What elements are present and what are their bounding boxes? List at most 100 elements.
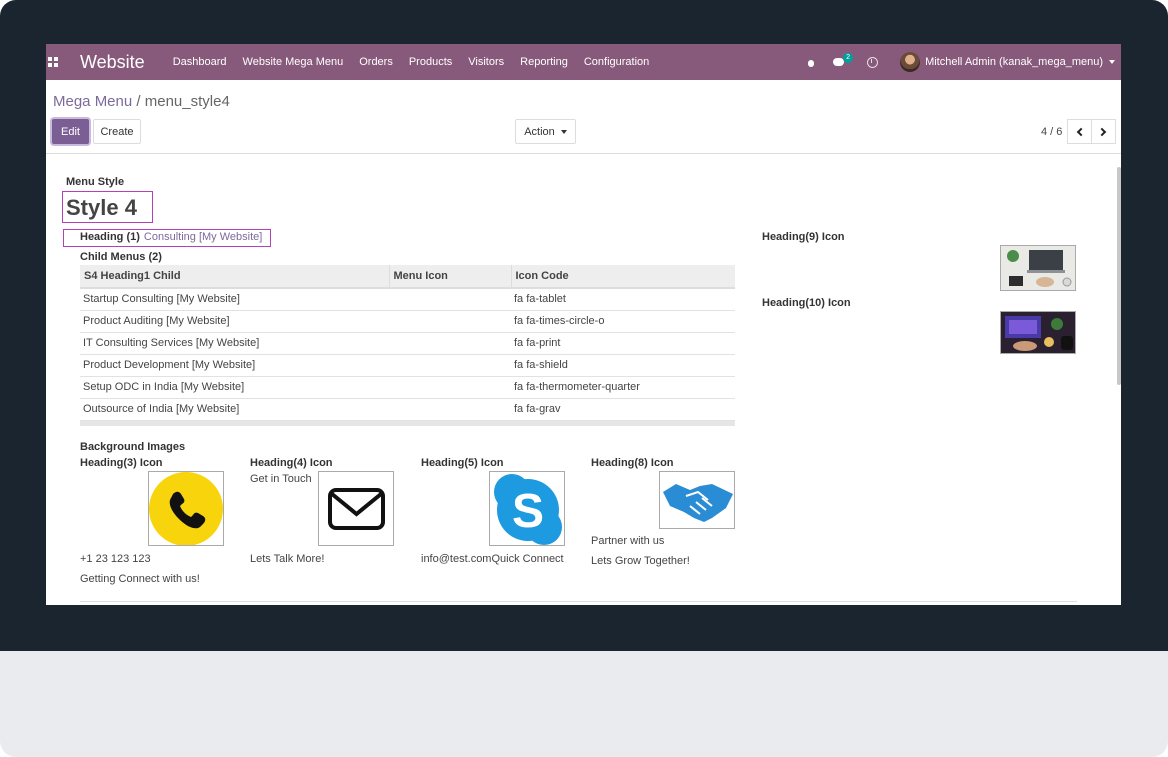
menu-style-value[interactable]: Style 4 (66, 195, 137, 221)
column-header-menu-icon[interactable]: Menu Icon (389, 265, 512, 289)
breadcrumb-parent[interactable]: Mega Menu (53, 93, 132, 110)
app-brand[interactable]: Website (80, 52, 145, 73)
activity-clock-icon[interactable] (867, 56, 879, 68)
table-row[interactable]: Product Auditing [My Website] fa fa-time… (80, 310, 735, 333)
cell-child: IT Consulting Services [My Website] (80, 332, 389, 355)
table-row[interactable]: Product Development [My Website] fa fa-s… (80, 354, 735, 377)
cell-menu-icon (389, 332, 511, 355)
menu-item-products[interactable]: Products (409, 56, 452, 68)
envelope-icon (328, 488, 385, 530)
pager-next-button[interactable] (1091, 119, 1116, 144)
heading3-line2: Getting Connect with us! (80, 573, 200, 585)
menu-item-website-mega-menu[interactable]: Website Mega Menu (243, 56, 344, 68)
heading3-image[interactable] (148, 471, 224, 546)
heading4-image[interactable] (318, 471, 394, 546)
skype-icon: S (494, 474, 562, 545)
cell-menu-icon (389, 376, 511, 399)
table-footer-spacer (80, 420, 735, 426)
phone-icon (149, 472, 223, 545)
chevron-left-icon (1076, 127, 1086, 136)
column-header-icon-code[interactable]: Icon Code (511, 265, 735, 289)
form-bottom-divider (80, 601, 1077, 602)
heading5-line1: info@test.comQuick Connect (421, 553, 564, 565)
cell-icon-code: fa fa-times-circle-o (511, 310, 735, 333)
heading9-icon-label: Heading(9) Icon (762, 231, 845, 243)
action-dropdown[interactable]: Action (515, 119, 576, 144)
table-row[interactable]: Startup Consulting [My Website] fa fa-ta… (80, 288, 735, 311)
menu-item-visitors[interactable]: Visitors (468, 56, 504, 68)
cell-icon-code: fa fa-print (511, 332, 735, 355)
heading4-line1: Lets Talk More! (250, 553, 325, 565)
table-row[interactable]: Setup ODC in India [My Website] fa fa-th… (80, 376, 735, 399)
heading8-line2: Lets Grow Together! (591, 555, 690, 567)
heading3-icon-label: Heading(3) Icon (80, 457, 163, 469)
menu-item-reporting[interactable]: Reporting (520, 56, 568, 68)
menu-item-dashboard[interactable]: Dashboard (173, 56, 227, 68)
cell-menu-icon (389, 288, 511, 311)
user-name[interactable]: Mitchell Admin (kanak_mega_menu) (925, 56, 1103, 68)
handshake-icon (663, 484, 733, 522)
breadcrumb-current: menu_style4 (144, 93, 230, 110)
cell-menu-icon (389, 310, 511, 333)
heading4-top-text: Get in Touch (250, 473, 312, 485)
menu-item-orders[interactable]: Orders (359, 56, 393, 68)
laptop-night-photo-icon (1001, 312, 1075, 353)
caret-down-icon (560, 129, 567, 134)
control-panel-divider (46, 153, 1121, 154)
action-label: Action (524, 125, 555, 138)
table-row[interactable]: IT Consulting Services [My Website] fa f… (80, 332, 735, 355)
cell-menu-icon (389, 398, 511, 421)
cell-menu-icon (389, 354, 511, 377)
column-header-child[interactable]: S4 Heading1 Child (80, 265, 390, 289)
navbar-systray: 2 Mitchell Admin (kanak_mega_menu) (807, 44, 1121, 80)
cell-child: Product Development [My Website] (80, 354, 389, 377)
cell-icon-code: fa fa-shield (511, 354, 735, 377)
create-button[interactable]: Create (93, 119, 141, 144)
main-menu: Dashboard Website Mega Menu Orders Produ… (173, 56, 666, 68)
cell-child: Setup ODC in India [My Website] (80, 376, 389, 399)
heading3-line1: +1 23 123 123 (80, 553, 151, 565)
vertical-scrollbar[interactable] (1117, 167, 1121, 385)
heading10-icon-label: Heading(10) Icon (762, 297, 851, 309)
child-menus-table: S4 Heading1 Child Menu Icon Icon Code St… (80, 265, 735, 426)
edit-button[interactable]: Edit (52, 119, 89, 144)
heading5-image[interactable]: S (489, 471, 565, 546)
cell-child: Startup Consulting [My Website] (80, 288, 389, 311)
pager-previous-button[interactable] (1067, 119, 1092, 144)
child-menus-label: Child Menus (2) (80, 251, 162, 263)
background-images-label: Background Images (80, 441, 186, 453)
chevron-right-icon (1097, 127, 1107, 136)
heading8-icon-label: Heading(8) Icon (591, 457, 674, 469)
chat-badge: 2 (843, 53, 853, 63)
pager-value[interactable]: 4 / 6 (1041, 126, 1062, 138)
device-base (0, 651, 1168, 757)
chat-icon[interactable]: 2 (833, 53, 853, 67)
heading1-value-link[interactable]: Consulting [My Website] (144, 231, 262, 243)
cell-icon-code: fa fa-tablet (511, 288, 735, 311)
cell-icon-code: fa fa-thermometer-quarter (511, 376, 735, 399)
screen: Website Dashboard Website Mega Menu Orde… (46, 44, 1121, 605)
heading9-image[interactable] (1000, 245, 1076, 291)
menu-style-label: Menu Style (66, 176, 125, 188)
desk-laptop-photo-icon (1001, 246, 1075, 290)
avatar[interactable] (900, 52, 921, 72)
heading10-image[interactable] (1000, 311, 1076, 354)
heading8-image[interactable] (659, 471, 735, 529)
table-header-row: S4 Heading1 Child Menu Icon Icon Code (80, 265, 735, 289)
heading4-icon-label: Heading(4) Icon (250, 457, 333, 469)
menu-item-configuration[interactable]: Configuration (584, 56, 649, 68)
debug-bug-icon[interactable] (807, 58, 815, 67)
cell-icon-code: fa fa-grav (511, 398, 735, 421)
breadcrumb-separator: / (136, 93, 141, 110)
apps-grid-icon[interactable] (48, 57, 58, 67)
user-caret-down-icon[interactable] (1109, 60, 1115, 64)
heading8-line1: Partner with us (591, 535, 665, 547)
heading1-field: Heading (1) Consulting [My Website] (80, 231, 262, 243)
table-row[interactable]: Outsource of India [My Website] fa fa-gr… (80, 398, 735, 421)
breadcrumb: Mega Menu / menu_style4 (53, 93, 230, 110)
heading5-icon-label: Heading(5) Icon (421, 457, 504, 469)
heading1-label: Heading (1) (80, 231, 140, 243)
top-navbar: Website Dashboard Website Mega Menu Orde… (46, 44, 1121, 80)
svg-text:S: S (512, 485, 544, 538)
cell-child: Product Auditing [My Website] (80, 310, 389, 333)
